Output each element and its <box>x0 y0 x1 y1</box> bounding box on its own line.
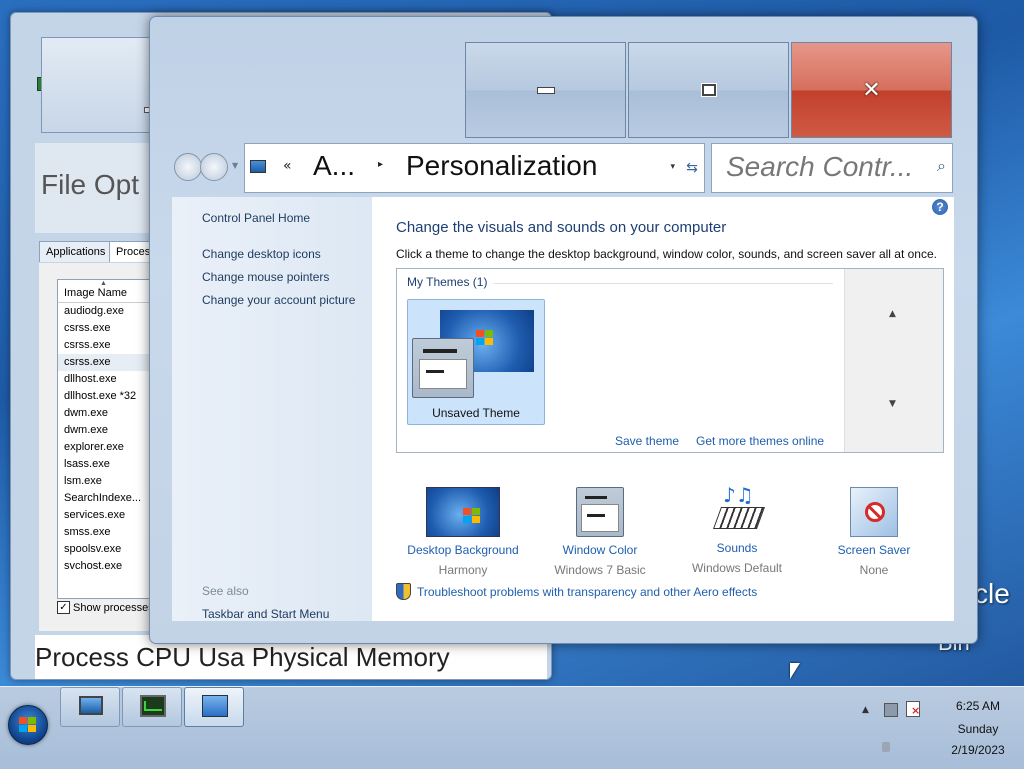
option-value: Windows 7 Basic <box>554 563 646 577</box>
refresh-button[interactable]: ⇆ <box>680 143 705 193</box>
desktop-background-icon <box>426 487 500 537</box>
taskbar: ▲ 6:25 AM Sunday 2/19/2023 <box>0 686 1024 769</box>
sidebar-link-change-mouse-pointers[interactable]: Change mouse pointers <box>202 270 329 284</box>
option-desktop-background[interactable]: Desktop Background Harmony <box>388 487 538 577</box>
troubleshoot-link[interactable]: Troubleshoot problems with transparency … <box>396 583 757 600</box>
theme-thumbnail-window <box>412 338 474 398</box>
windows-logo-icon <box>463 508 481 524</box>
column-header-label: Image Name <box>64 287 127 299</box>
computer-icon <box>79 696 103 715</box>
uac-shield-icon <box>396 583 411 600</box>
option-label[interactable]: Window Color <box>525 543 675 557</box>
address-dropdown-icon[interactable]: ▾ <box>670 162 675 172</box>
windows-logo-icon <box>476 330 494 346</box>
scroll-down-icon[interactable]: ▼ <box>889 399 896 409</box>
taskbar-button-control-panel[interactable] <box>184 687 244 727</box>
mouse-cursor-icon <box>790 663 800 679</box>
search-icon[interactable]: ⌕ <box>937 156 946 176</box>
search-placeholder: Search Contr... <box>726 151 914 182</box>
forward-button[interactable] <box>200 153 228 181</box>
option-value: Harmony <box>438 563 488 577</box>
volume-icon[interactable] <box>882 742 890 752</box>
control-panel-icon <box>202 695 228 717</box>
option-value: Windows Default <box>691 561 783 575</box>
address-bar[interactable]: « A... ▸ Personalization ▾ <box>244 143 682 193</box>
troubleshoot-link-label: Troubleshoot problems with transparency … <box>417 584 758 599</box>
show-hidden-icons-icon[interactable]: ▲ <box>862 705 869 715</box>
option-sounds[interactable]: ♪♫ Sounds Windows Default <box>662 483 812 575</box>
task-manager-minimize-button[interactable] <box>41 37 162 133</box>
music-notes-icon: ♪♫ <box>723 483 754 507</box>
main-content: ? Change the visuals and sounds on your … <box>372 197 954 621</box>
sounds-icon: ♪♫ <box>701 483 773 535</box>
sidebar-link-taskbar-start-menu[interactable]: Taskbar and Start Menu <box>202 607 329 621</box>
theme-item-unsaved[interactable]: Unsaved Theme <box>407 299 545 425</box>
action-center-icon[interactable] <box>906 701 920 717</box>
sidebar: Control Panel Home Change desktop icons … <box>172 197 372 621</box>
control-panel-window[interactable]: ✕ ▼ « A... ▸ Personalization ▾ ⇆ Search … <box>149 16 978 644</box>
see-also-heading: See also <box>202 584 249 598</box>
window-color-icon <box>576 487 624 537</box>
windows-logo-icon <box>19 717 37 733</box>
page-description: Click a theme to change the desktop back… <box>396 247 937 261</box>
help-icon[interactable]: ? <box>932 199 948 215</box>
option-value: None <box>859 563 889 577</box>
clock-date[interactable]: 2/19/2023 <box>938 743 1018 757</box>
keyboard-icon <box>712 507 766 529</box>
checkbox-checked-icon[interactable]: ✓ <box>57 601 70 614</box>
theme-list: My Themes (1) Unsaved Theme Save theme G… <box>396 268 944 453</box>
recent-pages-dropdown-icon[interactable]: ▼ <box>232 161 238 170</box>
clock-day[interactable]: Sunday <box>938 722 1018 736</box>
task-manager-icon <box>140 695 166 717</box>
clock-time[interactable]: 6:25 AM <box>938 699 1018 713</box>
breadcrumb-parent[interactable]: A... <box>313 150 355 182</box>
option-label[interactable]: Sounds <box>662 541 812 555</box>
sort-ascending-icon: ▲ <box>100 280 107 287</box>
sidebar-link-control-panel-home[interactable]: Control Panel Home <box>202 211 310 225</box>
close-icon: ✕ <box>862 77 881 103</box>
task-manager-menu-file-options[interactable]: File Opt <box>41 169 139 201</box>
desktop-icon-label-recycle: cle <box>974 578 1010 609</box>
sidebar-link-change-desktop-icons[interactable]: Change desktop icons <box>202 247 321 261</box>
sidebar-link-change-account-picture[interactable]: Change your account picture <box>202 293 355 307</box>
theme-name: Unsaved Theme <box>432 406 520 420</box>
theme-scrollbar[interactable]: ▲ ▼ <box>844 269 943 452</box>
system-tray: ▲ 6:25 AM Sunday 2/19/2023 <box>844 687 1024 769</box>
page-title: Change the visuals and sounds on your co… <box>396 219 727 236</box>
option-label[interactable]: Screen Saver <box>799 543 949 557</box>
breadcrumb-current[interactable]: Personalization <box>406 150 597 182</box>
save-theme-link[interactable]: Save theme <box>615 434 679 448</box>
minimize-button[interactable] <box>465 42 626 138</box>
maximize-button[interactable] <box>628 42 789 138</box>
refresh-icon: ⇆ <box>686 160 698 176</box>
taskbar-button-computer[interactable] <box>60 687 120 727</box>
show-processes-checkbox[interactable]: ✓ Show processes <box>57 601 154 614</box>
taskbar-button-task-manager[interactable] <box>122 687 182 727</box>
get-more-themes-link[interactable]: Get more themes online <box>696 434 824 448</box>
close-button[interactable]: ✕ <box>791 42 952 138</box>
breadcrumb-separator-icon[interactable]: ▸ <box>378 159 383 170</box>
network-icon[interactable] <box>884 703 898 717</box>
theme-group-divider <box>493 283 833 284</box>
show-processes-label: Show processes <box>73 601 154 614</box>
navigation-buttons: ▼ <box>172 151 242 183</box>
breadcrumb-overflow-icon[interactable]: « <box>283 158 292 174</box>
search-input[interactable]: Search Contr... ⌕ <box>711 143 953 193</box>
theme-group-label: My Themes (1) <box>407 275 488 289</box>
control-panel-icon <box>250 160 266 173</box>
no-symbol-icon <box>865 502 885 522</box>
maximize-icon <box>701 84 716 96</box>
option-window-color[interactable]: Window Color Windows 7 Basic <box>525 487 675 577</box>
scroll-up-icon[interactable]: ▲ <box>889 309 896 319</box>
screen-saver-icon <box>850 487 898 537</box>
minimize-icon <box>536 86 555 94</box>
start-button[interactable] <box>8 705 48 745</box>
option-screen-saver[interactable]: Screen Saver None <box>799 487 949 577</box>
option-label[interactable]: Desktop Background <box>388 543 538 557</box>
back-button[interactable] <box>174 153 202 181</box>
